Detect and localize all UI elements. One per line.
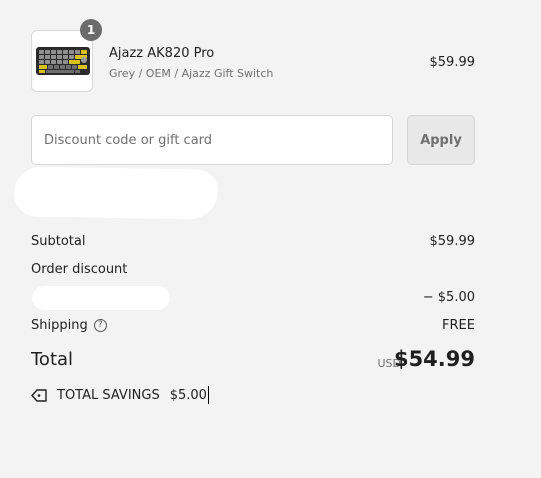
product-variant: Grey / OEM / Ajazz Gift Switch <box>109 67 274 80</box>
shipping-value: FREE <box>442 318 475 333</box>
shipping-label: Shipping <box>31 318 88 333</box>
subtotal-row: Subtotal $59.99 <box>31 234 475 249</box>
subtotal-value: $59.99 <box>429 234 476 249</box>
subtotal-label: Subtotal <box>31 234 86 249</box>
text-cursor <box>207 386 209 404</box>
shipping-row: Shipping ? FREE <box>31 318 475 333</box>
product-thumbnail: 1 <box>31 19 102 92</box>
apply-discount-button[interactable]: Apply <box>407 115 475 165</box>
savings-value: $5.00 <box>169 387 207 403</box>
discount-code-input[interactable] <box>31 115 393 165</box>
total-row: Total USD $54.99 <box>31 347 475 375</box>
total-savings: TOTAL SAVINGS $5.00 <box>31 386 209 404</box>
line-item: 1 Ajazz AK820 Pro Grey / OEM / Ajazz Gif… <box>31 19 476 94</box>
total-amount: $54.99 <box>393 347 475 371</box>
redacted-area <box>13 166 219 220</box>
discount-value: − $5.00 <box>422 290 475 305</box>
product-price: $59.99 <box>429 55 476 70</box>
total-label: Total <box>31 349 74 370</box>
quantity-badge: 1 <box>80 19 102 41</box>
question-help-icon[interactable]: ? <box>93 319 107 332</box>
keyboard-product-image <box>36 47 90 75</box>
savings-label: TOTAL SAVINGS <box>57 387 160 403</box>
order-discount-label: Order discount <box>31 262 128 277</box>
price-tag-icon <box>31 388 48 403</box>
product-name: Ajazz AK820 Pro <box>109 46 215 61</box>
order-discount-row: Order discount <box>31 262 475 277</box>
redacted-discount-code <box>32 286 170 310</box>
